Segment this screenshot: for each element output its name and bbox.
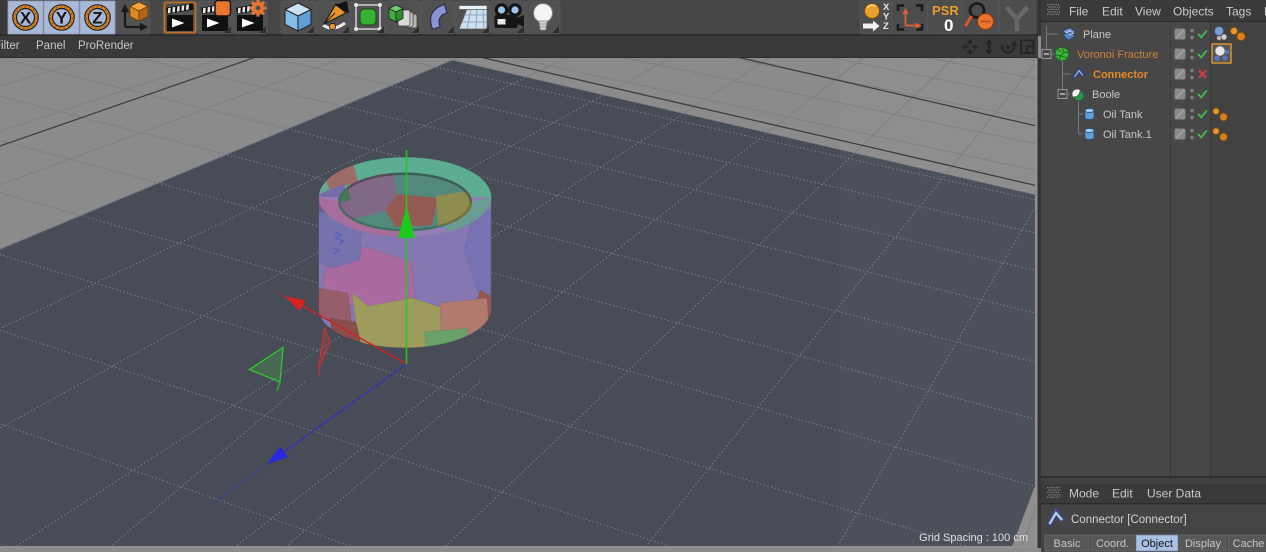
svg-text:Z: Z bbox=[92, 9, 102, 28]
svg-text:Grid Spacing : 100 cm: Grid Spacing : 100 cm bbox=[919, 532, 1028, 544]
svg-text:X: X bbox=[20, 9, 32, 28]
svg-text:Oil Tank.1: Oil Tank.1 bbox=[1103, 129, 1152, 141]
svg-text:Plane: Plane bbox=[1083, 29, 1111, 41]
svg-text:Z: Z bbox=[883, 21, 889, 32]
svg-text:Edit: Edit bbox=[1112, 487, 1133, 501]
svg-text:Display: Display bbox=[1185, 538, 1222, 550]
svg-text:Oil Tank: Oil Tank bbox=[1103, 109, 1143, 121]
svg-text:Y: Y bbox=[56, 9, 68, 28]
svg-text:Tags: Tags bbox=[1226, 5, 1251, 19]
svg-text:Edit: Edit bbox=[1102, 5, 1123, 19]
svg-text:View: View bbox=[1135, 5, 1161, 19]
svg-text:0: 0 bbox=[944, 16, 953, 35]
svg-text:Mode: Mode bbox=[1069, 487, 1099, 501]
svg-text:Basic: Basic bbox=[1054, 538, 1081, 550]
svg-text:Cache: Cache bbox=[1233, 538, 1265, 550]
svg-text:Coord.: Coord. bbox=[1096, 538, 1129, 550]
svg-text:Connector: Connector bbox=[1093, 69, 1149, 81]
svg-text:Connector [Connector]: Connector [Connector] bbox=[1071, 514, 1187, 526]
svg-text:User Data: User Data bbox=[1147, 487, 1201, 501]
svg-text:Boole: Boole bbox=[1092, 89, 1120, 101]
svg-text:Voronoi Fracture: Voronoi Fracture bbox=[1077, 49, 1158, 61]
svg-text:Object: Object bbox=[1141, 538, 1173, 550]
svg-text:File: File bbox=[1069, 5, 1089, 19]
svg-text:Objects: Objects bbox=[1173, 5, 1214, 19]
